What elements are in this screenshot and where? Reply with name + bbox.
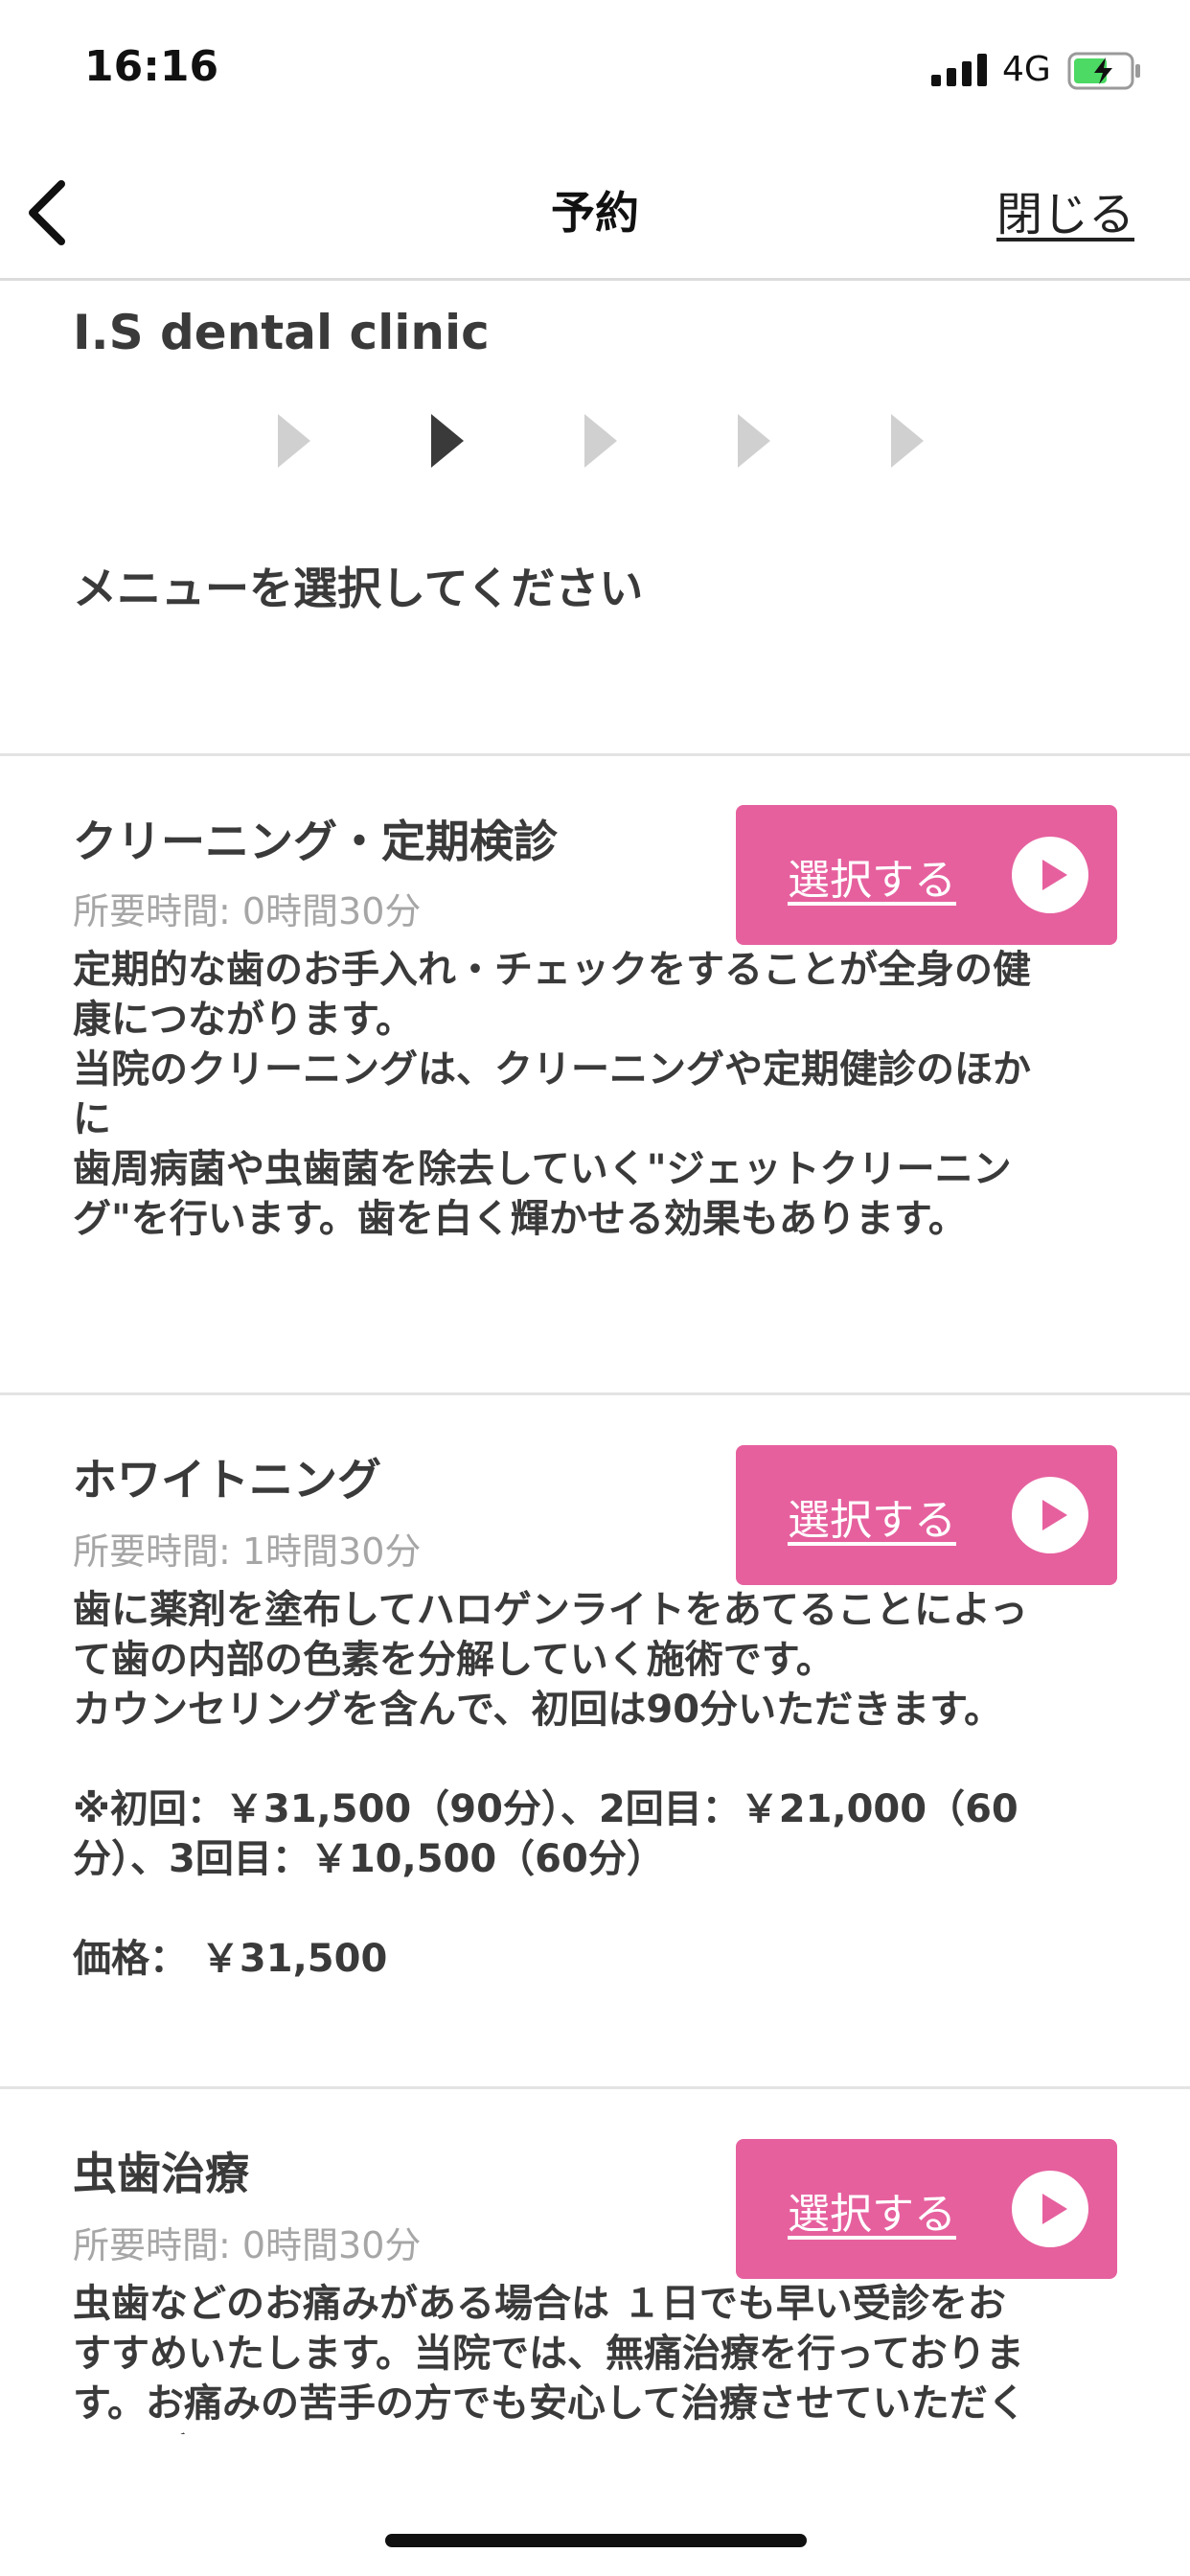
bottom-safe-area [0, 2434, 1190, 2576]
play-circle-icon [1012, 837, 1088, 913]
divider [0, 1392, 1190, 1395]
home-indicator[interactable] [385, 2534, 807, 2547]
network-type: 4G [1002, 50, 1051, 89]
menu-duration: 所要時間: 1時間30分 [73, 1530, 422, 1573]
play-circle-icon [1012, 1477, 1088, 1553]
select-button-label: 選択する [788, 2190, 956, 2239]
menu-description: 定期的な歯のお手入れ・チェックをすることが全身の健 康につながります。 当院のク… [73, 948, 1031, 1241]
status-bar: 16:16 4G [0, 0, 1190, 144]
signal-icon [931, 54, 987, 86]
menu-prompt: メニューを選択してください [73, 563, 644, 614]
select-button[interactable]: 選択する [736, 805, 1117, 945]
status-time: 16:16 [84, 42, 219, 91]
nav-bar: 予約 閉じる [0, 144, 1190, 281]
battery-charging-icon [1067, 52, 1140, 90]
step-3-triangle-right-icon [584, 414, 617, 468]
menu-name: 虫歯治療 [73, 2148, 249, 2199]
select-button[interactable]: 選択する [736, 1445, 1117, 1585]
select-button[interactable]: 選択する [736, 2139, 1117, 2279]
step-4-triangle-right-icon [738, 414, 770, 468]
menu-name: クリーニング・定期検診 [73, 816, 558, 867]
divider [0, 2086, 1190, 2089]
menu-duration: 所要時間: 0時間30分 [73, 2224, 422, 2266]
step-1-triangle-right-icon [278, 414, 310, 468]
clinic-name: I.S dental clinic [73, 305, 490, 360]
close-button[interactable]: 閉じる [996, 176, 1134, 243]
select-button-label: 選択する [788, 856, 956, 905]
step-2-triangle-right-icon [431, 414, 464, 468]
step-indicator [274, 412, 945, 470]
menu-description: 歯に薬剤を塗布してハロゲンライトをあてることによっ て歯の内部の色素を分解してい… [73, 1588, 1028, 1981]
step-5-triangle-right-icon [891, 414, 924, 468]
menu-duration: 所要時間: 0時間30分 [73, 890, 422, 932]
divider [0, 753, 1190, 756]
menu-name: ホワイトニング [73, 1454, 381, 1506]
select-button-label: 選択する [788, 1496, 956, 1545]
play-circle-icon [1012, 2171, 1088, 2247]
